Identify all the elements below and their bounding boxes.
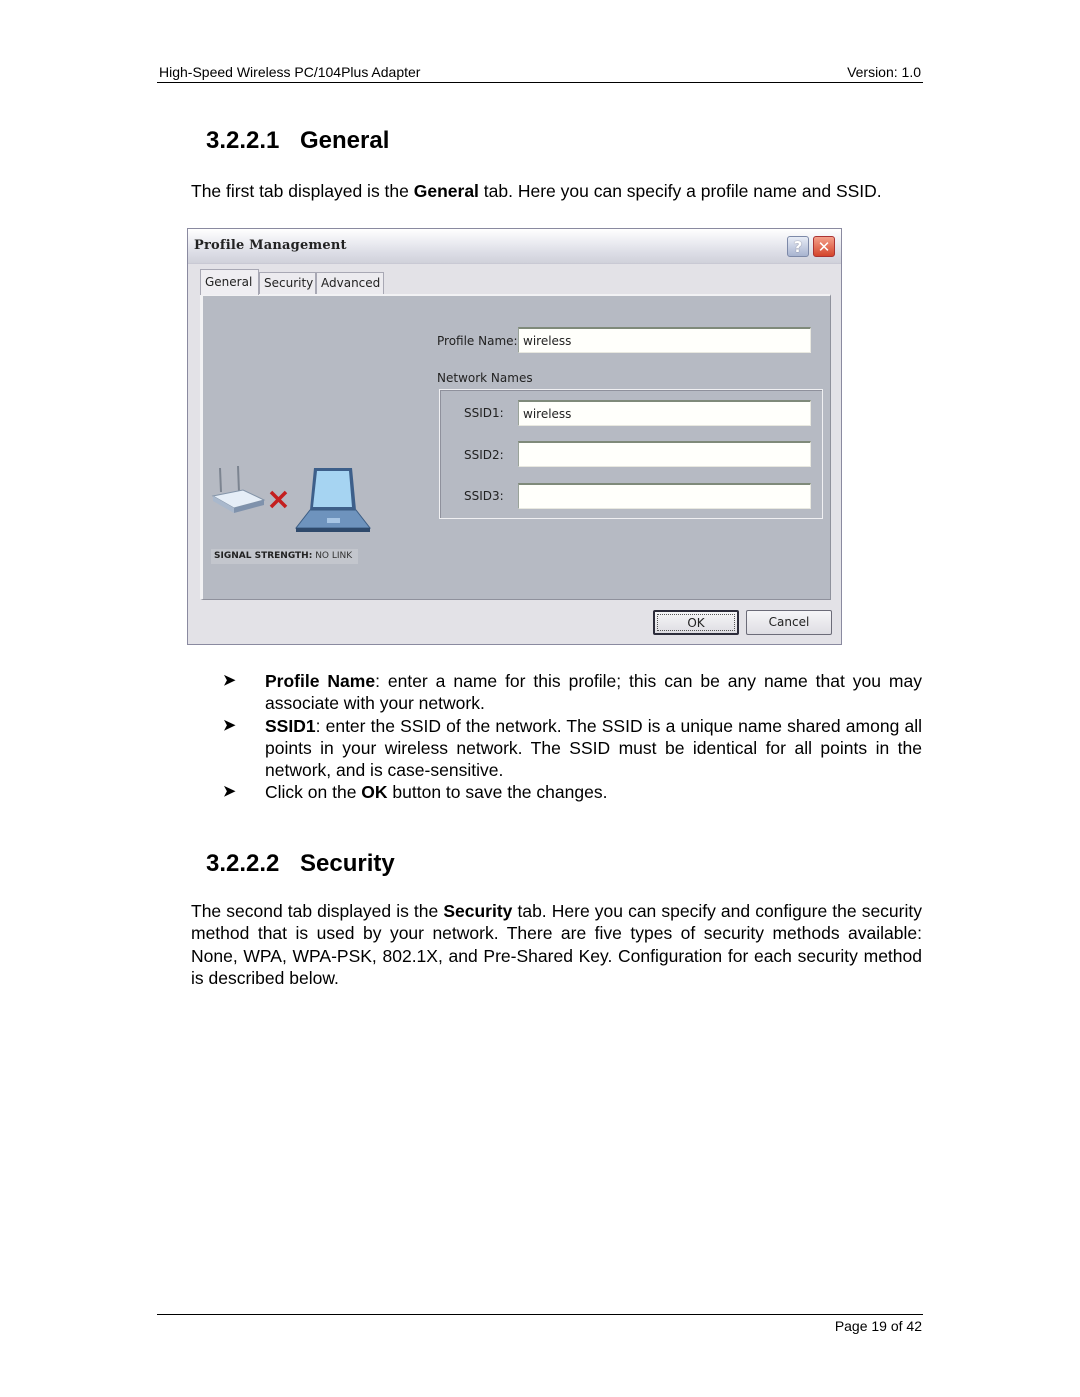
network-names-label: Network Names: [437, 371, 533, 385]
section-number: 3.2.2.1: [206, 127, 280, 154]
text-run: Click on the: [265, 782, 362, 803]
bullet-arrow-icon: ➤: [223, 783, 236, 801]
help-icon[interactable]: ?: [787, 236, 809, 257]
dialog-titlebar: Profile Management ? ✕: [188, 229, 841, 264]
field-description-list: ➤ Profile Name: enter a name for this pro…: [191, 670, 922, 804]
router-icon: [211, 466, 266, 513]
security-intro-paragraph: The second tab displayed is the Security…: [191, 900, 922, 989]
profile-management-dialog: Profile Management ? ✕ General Security …: [187, 228, 842, 645]
general-intro-paragraph: The first tab displayed is the General t…: [191, 180, 922, 202]
cancel-button[interactable]: Cancel: [746, 610, 832, 635]
section-title: Security: [300, 850, 395, 877]
ssid2-label: SSID2:: [464, 448, 504, 462]
text-run: button to save the changes.: [387, 782, 608, 803]
page-header: High-Speed Wireless PC/104Plus Adapter V…: [157, 62, 923, 83]
dialog-title: Profile Management: [194, 238, 347, 253]
footer-rule: [157, 1314, 923, 1315]
text-run: The first tab displayed is the: [191, 181, 414, 201]
signal-strength-value: NO LINK: [315, 551, 353, 561]
bold-term: General: [413, 181, 479, 201]
document-version: Version: 1.0: [847, 64, 921, 80]
general-tab-panel: SIGNAL STRENGTH: NO LINK Profile Name: N…: [200, 294, 831, 600]
signal-strength-label: SIGNAL STRENGTH:: [214, 551, 313, 561]
text-run: tab. Here you can specify a profile name…: [478, 181, 882, 201]
list-item: ➤ Click on the OK button to save the chan…: [191, 781, 922, 803]
section-heading-general: 3.2.2.1 General: [206, 127, 389, 155]
ssid1-label: SSID1:: [464, 406, 504, 420]
bullet-arrow-icon: ➤: [223, 672, 236, 689]
bullet-arrow-icon: ➤: [223, 716, 236, 734]
bold-term: OK: [361, 782, 388, 803]
connection-illustration: [211, 466, 372, 532]
close-icon[interactable]: ✕: [813, 236, 835, 257]
no-link-x-icon: [269, 490, 288, 509]
list-item: ➤ SSID1: enter the SSID of the network. T…: [191, 715, 922, 782]
section-heading-security: 3.2.2.2 Security: [206, 850, 395, 878]
list-item: ➤ Profile Name: enter a name for this pro…: [191, 670, 922, 715]
signal-strength-indicator: SIGNAL STRENGTH: NO LINK: [211, 549, 358, 564]
bold-term: SSID1: [265, 715, 316, 736]
document-title: High-Speed Wireless PC/104Plus Adapter: [159, 64, 421, 80]
ssid1-input[interactable]: [518, 400, 811, 426]
section-number: 3.2.2.2: [206, 850, 280, 877]
bold-term: Security: [443, 901, 513, 921]
ssid3-label: SSID3:: [464, 489, 504, 503]
section-title: General: [300, 127, 390, 154]
page-number: Page 19 of 42: [834, 1318, 922, 1334]
ssid2-input[interactable]: [518, 441, 811, 467]
tab-security[interactable]: Security: [259, 272, 316, 294]
laptop-icon: [294, 468, 372, 532]
focus-ring: [657, 614, 735, 631]
bold-term: Profile Name: [265, 671, 376, 691]
ssid3-input[interactable]: [518, 483, 811, 509]
text-run: The second tab displayed is the: [191, 901, 444, 921]
ok-button[interactable]: OK: [653, 610, 739, 635]
text-run: : enter the SSID of the network. The SSI…: [265, 715, 922, 781]
profile-name-label: Profile Name:: [437, 334, 518, 348]
tab-general[interactable]: General: [200, 269, 259, 295]
profile-name-input[interactable]: [518, 327, 811, 353]
tab-advanced[interactable]: Advanced: [316, 272, 384, 294]
